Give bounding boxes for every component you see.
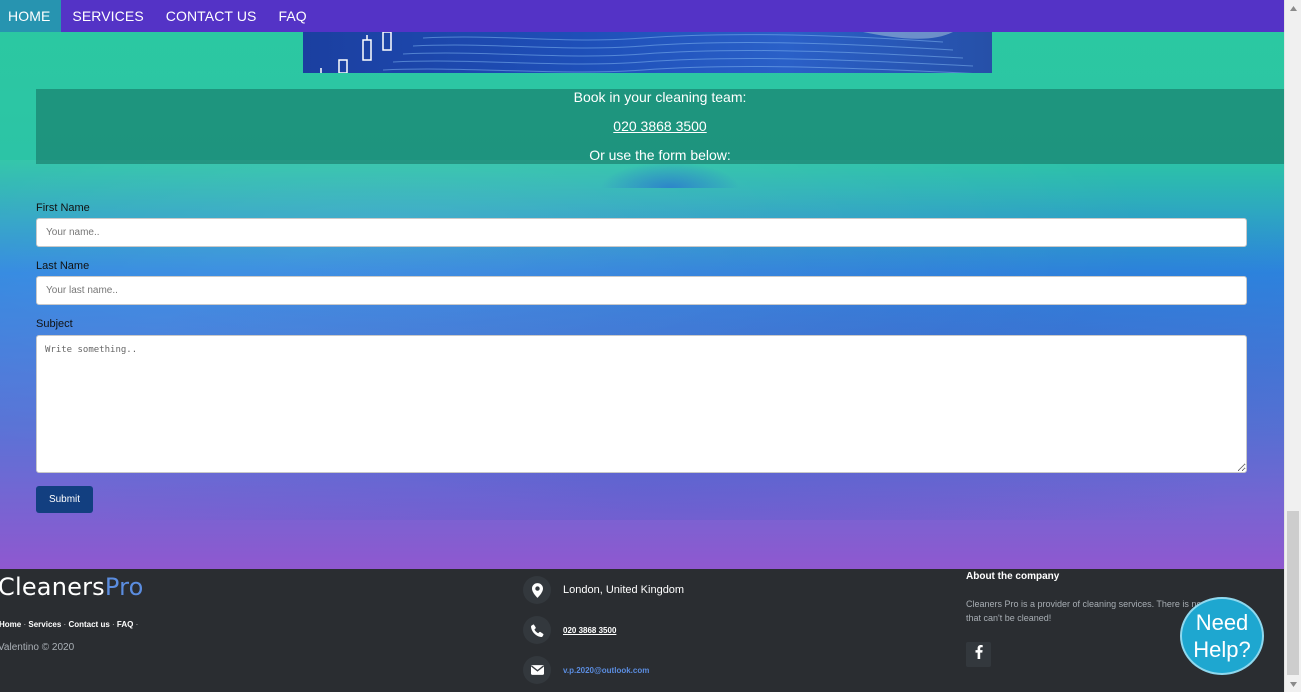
footer-phone-link[interactable]: 020 3868 3500: [563, 626, 616, 635]
facebook-icon: [975, 645, 983, 664]
footer-email-link[interactable]: v.p.2020@outlook.com: [563, 666, 649, 675]
facebook-button[interactable]: [966, 642, 991, 667]
nav-contact-us[interactable]: CONTACT US: [155, 0, 268, 32]
footer-email: v.p.2020@outlook.com: [523, 656, 649, 684]
about-heading: About the company: [966, 571, 1060, 582]
booking-banner: Book in your cleaning team: 020 3868 350…: [36, 89, 1284, 164]
need-help-widget[interactable]: Need Help?: [1180, 597, 1264, 675]
phone-icon: [523, 616, 551, 644]
footer-link-separator: ·: [135, 620, 139, 629]
footer-links: Home · Services · Contact us · FAQ ·: [0, 620, 138, 629]
last-name-input[interactable]: [36, 276, 1247, 305]
footer-link-separator: ·: [112, 620, 115, 629]
need-help-line1: Need: [1195, 610, 1249, 635]
last-name-label: Last Name: [36, 260, 90, 272]
scroll-up-arrow-icon[interactable]: [1285, 0, 1301, 16]
footer-link-faq[interactable]: FAQ: [117, 620, 133, 629]
submit-button[interactable]: Submit: [36, 486, 93, 513]
scrollbar-thumb[interactable]: [1287, 511, 1299, 675]
footer-copyright: Valentino © 2020: [0, 642, 75, 653]
brand-accent-text: Pro: [104, 573, 144, 601]
footer-address: London, United Kingdom: [523, 576, 684, 604]
footer-phone: 020 3868 3500: [523, 616, 616, 644]
booking-form-hint: Or use the form below:: [589, 147, 731, 163]
first-name-label: First Name: [36, 202, 90, 214]
hero-image: [303, 32, 992, 73]
map-marker-icon: [523, 576, 551, 604]
first-name-input[interactable]: [36, 218, 1247, 247]
top-navbar: HOME SERVICES CONTACT US FAQ: [0, 0, 1284, 32]
footer-link-services[interactable]: Services: [28, 620, 61, 629]
nav-faq[interactable]: FAQ: [267, 0, 317, 32]
footer-link-home[interactable]: Home: [0, 620, 21, 629]
footer-brand-logo: CleanersPro: [0, 573, 144, 601]
envelope-icon: [523, 656, 551, 684]
site-footer: CleanersPro Home · Services · Contact us…: [0, 569, 1284, 692]
booking-heading: Book in your cleaning team:: [573, 89, 747, 105]
nav-home[interactable]: HOME: [0, 0, 62, 32]
background-skyline: [600, 162, 740, 188]
footer-link-separator: ·: [63, 620, 67, 629]
footer-link-separator: ·: [23, 620, 27, 629]
footer-link-contact-us[interactable]: Contact us: [68, 620, 109, 629]
footer-address-text: London, United Kingdom: [563, 584, 685, 596]
page-viewport: HOME SERVICES CONTACT US FAQ Book in you…: [0, 0, 1284, 692]
brand-main-text: Cleaners: [0, 573, 105, 601]
subject-label: Subject: [36, 318, 73, 330]
booking-phone-link[interactable]: 020 3868 3500: [36, 118, 1284, 134]
page-scrollbar[interactable]: [1284, 0, 1301, 692]
scroll-down-arrow-icon[interactable]: [1285, 676, 1301, 692]
nav-services[interactable]: SERVICES: [61, 0, 154, 32]
subject-textarea[interactable]: [36, 335, 1247, 473]
need-help-line2: Help?: [1193, 637, 1251, 662]
